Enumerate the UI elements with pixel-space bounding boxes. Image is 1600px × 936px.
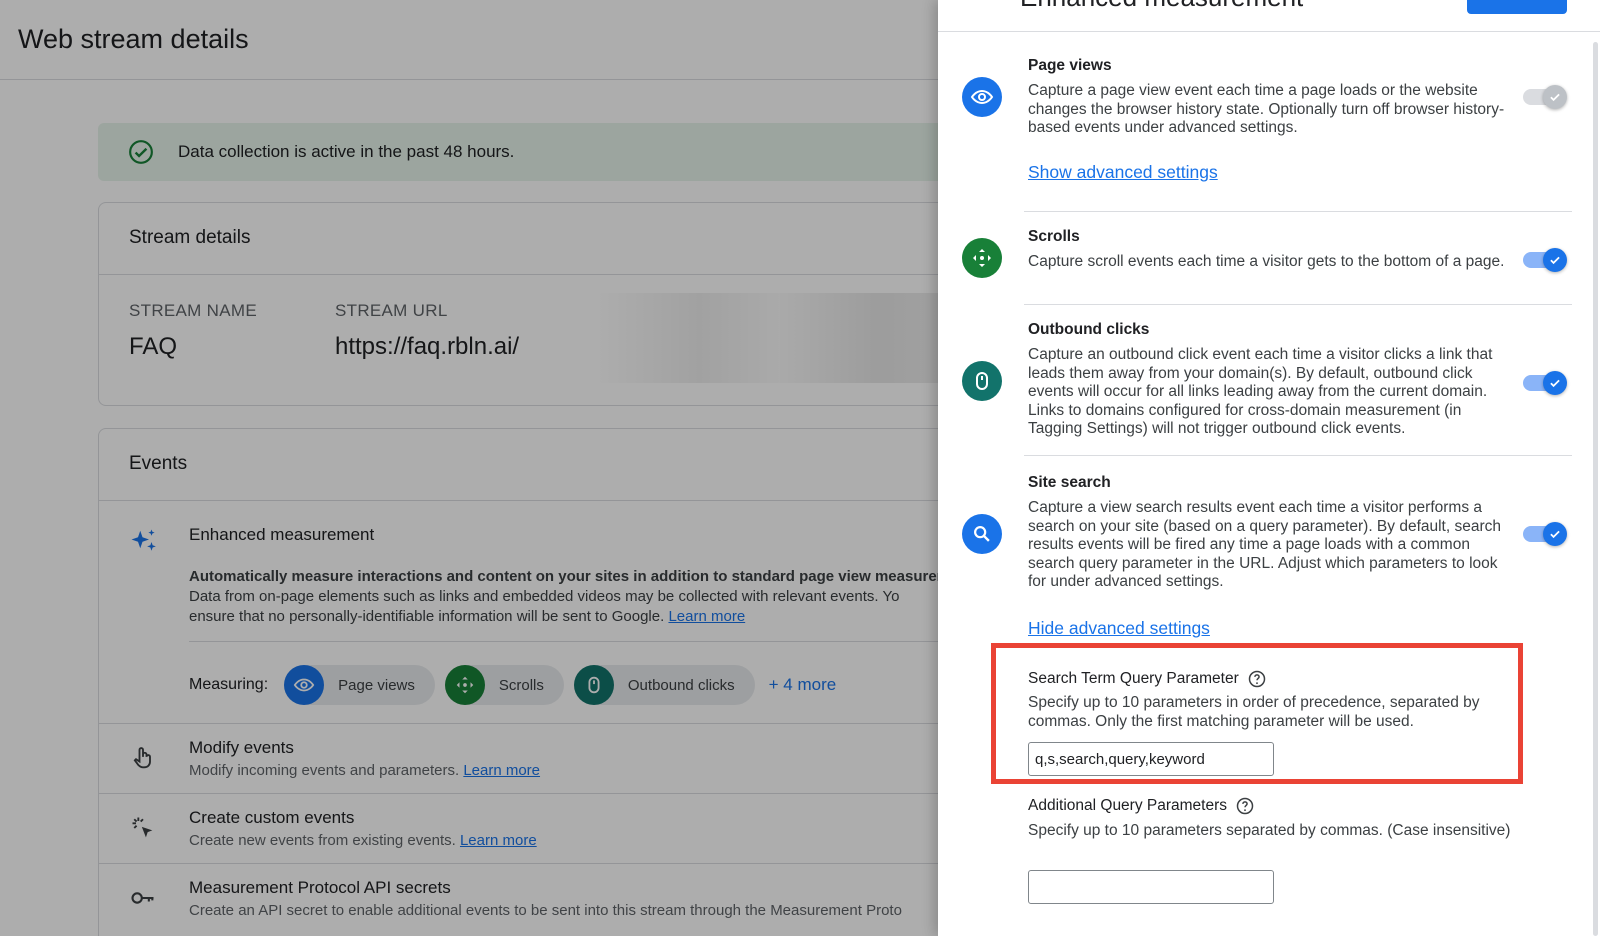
- check-icon: [1543, 85, 1567, 109]
- hide-advanced-settings-link[interactable]: Hide advanced settings: [1028, 618, 1210, 639]
- page-views-toggle[interactable]: [1523, 85, 1567, 109]
- help-icon[interactable]: [1235, 796, 1255, 816]
- scroll-arrows-icon: [962, 238, 1002, 278]
- additional-param-title: Additional Query Parameters: [1028, 796, 1255, 816]
- save-button[interactable]: [1467, 0, 1567, 14]
- outbound-clicks-description: Capture an outbound click event each tim…: [1028, 346, 1493, 437]
- page-views-title: Page views: [1028, 57, 1112, 74]
- site-search-title: Site search: [1028, 474, 1111, 491]
- panel-title: Enhanced measurement: [1020, 0, 1303, 13]
- eye-icon: [962, 77, 1002, 117]
- divider: [1024, 455, 1572, 456]
- search-icon: [962, 514, 1002, 554]
- highlight-box: [991, 643, 1523, 784]
- enhanced-measurement-panel: Enhanced measurement Page views Capture …: [938, 0, 1600, 936]
- mouse-icon: [962, 361, 1002, 401]
- page-views-description: Capture a page view event each time a pa…: [1028, 82, 1505, 136]
- show-advanced-settings-link[interactable]: Show advanced settings: [1028, 162, 1218, 183]
- modal-scrim[interactable]: [0, 0, 938, 936]
- additional-param-label: Additional Query Parameters: [1028, 797, 1228, 814]
- divider: [1024, 304, 1572, 305]
- scrolls-toggle[interactable]: [1523, 248, 1567, 272]
- divider: [1024, 211, 1572, 212]
- scrollbar[interactable]: [1593, 42, 1598, 936]
- check-icon: [1543, 371, 1567, 395]
- outbound-clicks-toggle[interactable]: [1523, 371, 1567, 395]
- scrolls-title: Scrolls: [1028, 228, 1080, 245]
- site-search-toggle[interactable]: [1523, 522, 1567, 546]
- panel-header: Enhanced measurement: [938, 0, 1600, 32]
- site-search-description: Capture a view search results event each…: [1028, 499, 1501, 590]
- additional-param-input[interactable]: [1028, 870, 1274, 904]
- scrolls-description: Capture scroll events each time a visito…: [1028, 253, 1505, 270]
- additional-param-description: Specify up to 10 parameters separated by…: [1028, 822, 1511, 839]
- outbound-clicks-title: Outbound clicks: [1028, 321, 1150, 338]
- check-icon: [1543, 248, 1567, 272]
- check-icon: [1543, 522, 1567, 546]
